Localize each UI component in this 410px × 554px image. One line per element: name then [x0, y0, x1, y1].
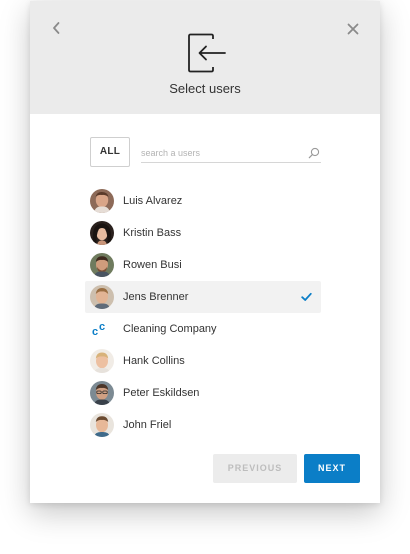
sign-in-arrow-icon: [188, 33, 226, 73]
user-name: Jens Brenner: [123, 291, 189, 303]
avatar: [90, 221, 114, 245]
select-all-button[interactable]: ALL: [90, 137, 130, 167]
user-name: Rowen Busi: [123, 259, 182, 271]
select-users-dialog: Select users ALL Luis Alvarez: [30, 1, 380, 503]
user-row-jens-brenner[interactable]: Jens Brenner: [85, 281, 321, 313]
cc-logo-icon: c c: [90, 317, 114, 341]
user-name: John Friel: [123, 419, 172, 431]
user-name: Hank Collins: [123, 355, 185, 367]
user-row-luis-alvarez[interactable]: Luis Alvarez: [85, 185, 321, 217]
previous-button[interactable]: PREVIOUS: [213, 454, 297, 483]
avatar: [90, 413, 114, 437]
chevron-left-icon: [53, 22, 60, 34]
dialog-title: Select users: [169, 81, 241, 96]
close-icon: [347, 23, 359, 35]
user-row-hank-collins[interactable]: Hank Collins: [85, 345, 321, 377]
checkmark-icon: [301, 292, 312, 301]
svg-text:c: c: [99, 321, 105, 333]
avatar: [90, 189, 114, 213]
user-row-peter-eskildsen[interactable]: Peter Eskildsen: [85, 377, 321, 409]
avatar: [90, 285, 114, 309]
dialog-header: Select users: [30, 1, 380, 114]
user-row-kristin-bass[interactable]: Kristin Bass: [85, 217, 321, 249]
avatar: c c: [90, 317, 114, 341]
user-name: Cleaning Company: [123, 323, 217, 335]
close-button[interactable]: [344, 20, 362, 38]
search-icon[interactable]: [308, 147, 320, 159]
user-name: Kristin Bass: [123, 227, 182, 239]
back-button[interactable]: [48, 19, 66, 37]
avatar: [90, 381, 114, 405]
next-button[interactable]: NEXT: [304, 454, 360, 483]
avatar: [90, 349, 114, 373]
search-input[interactable]: [141, 144, 301, 162]
svg-text:c: c: [92, 326, 98, 338]
user-name: Peter Eskildsen: [123, 387, 200, 399]
search-field: [141, 144, 321, 163]
avatar: [90, 253, 114, 277]
user-list: Luis Alvarez Kristin Bass Rowen Busi Jen…: [85, 185, 321, 441]
user-row-cleaning-company[interactable]: c c Cleaning Company: [85, 313, 321, 345]
user-name: Luis Alvarez: [123, 195, 183, 207]
user-row-john-friel[interactable]: John Friel: [85, 409, 321, 441]
user-row-rowen-busi[interactable]: Rowen Busi: [85, 249, 321, 281]
